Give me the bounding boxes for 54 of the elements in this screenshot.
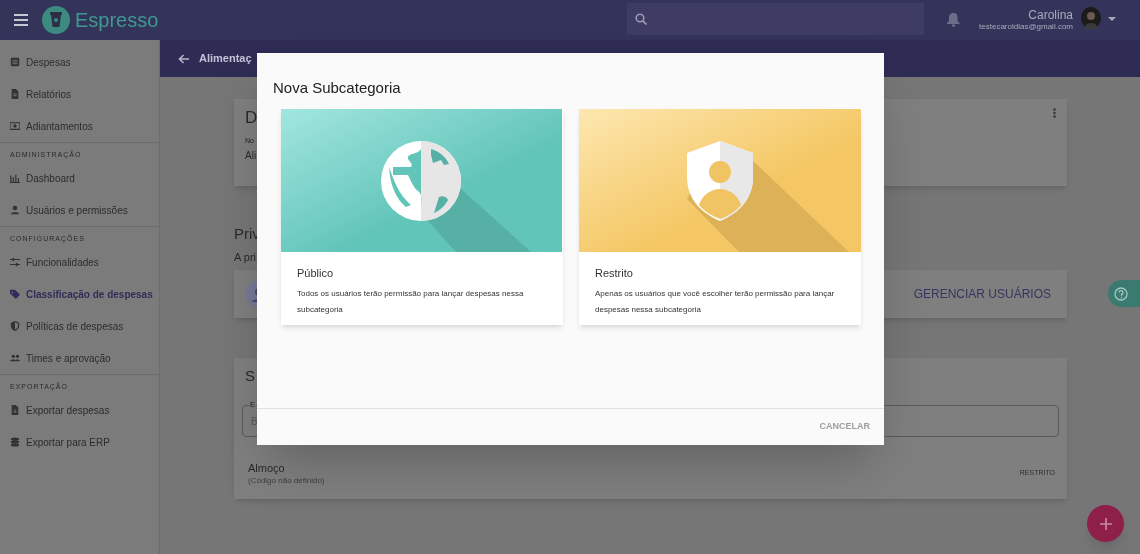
sidebar-item[interactable]: Exportar despesas [0,394,159,426]
caret-icon[interactable] [1108,17,1116,21]
section-text: A pri [234,250,256,264]
card-title: S [245,366,255,386]
shield-icon [10,321,20,331]
person-icon [10,205,20,215]
option-description: Todos os usuários terão permissão para lançar despesas nessa subcategoria [297,288,525,316]
sidebar-item[interactable]: Exportar para ERP [0,426,159,458]
help-icon [1114,286,1128,301]
cup-logo-icon [42,6,70,34]
card-title: D [245,108,258,128]
option-title: Restrito [595,266,633,280]
help-tab[interactable] [1108,280,1140,307]
back-arrow-icon[interactable] [178,53,189,64]
search-field[interactable] [627,3,924,35]
sidebar-item[interactable]: Dashboard [0,162,159,194]
subcategory-name: Almoço [248,461,285,475]
dialog-title: Nova Subcategoria [273,78,401,98]
field-label: E [249,400,257,409]
search-icon [635,13,647,25]
sidebar-item[interactable]: Funcionalidades [0,246,159,278]
sliders-icon [10,257,20,267]
cancel-button[interactable]: CANCELAR [817,416,872,438]
avatar-icon[interactable] [1081,7,1101,29]
more-options-icon[interactable] [1053,108,1056,118]
menu-icon[interactable] [14,14,28,26]
user-email: testecaroldias@gmail.com [979,22,1073,32]
sidebar-item[interactable]: Despesas [0,46,159,78]
sidebar-item[interactable]: Times e aprovação [0,342,159,374]
sidebar-item[interactable]: Relatórios [0,78,159,110]
option-description: Apenas os usuários que você escolher terão permissão para lançar despesas nessa subcategoria [595,288,836,316]
user-name: Carolina [1028,9,1073,22]
cash-icon [10,121,20,131]
database-icon [10,437,20,447]
people-icon [10,353,20,363]
field-value: Ali [245,150,257,162]
option-card[interactable]: Público Todos os usuários terão permissão para lançar despesas nessa subcategoria [281,109,563,325]
sidebar-item[interactable]: Políticas de despesas [0,310,159,342]
bell-icon[interactable] [947,12,960,27]
bar-chart-icon [10,173,20,183]
app-name: Espresso [75,8,159,33]
plus-icon [1099,517,1112,530]
add-button[interactable] [1087,505,1124,542]
list-icon [10,57,20,67]
option-card[interactable]: Restrito Apenas os usuários que você escolher terão permissão para lançar despesas nessa subcategoria [579,109,861,325]
document-icon [10,405,20,415]
sidebar-item[interactable]: Classificação de despesas [0,278,159,310]
option-title: Público [297,266,334,280]
tag-icon [10,289,20,299]
sidebar-item[interactable]: Adiantamentos [0,110,159,142]
manage-users-button[interactable]: GERENCIAR USUÁRIOS [909,281,1055,307]
document-icon [10,89,20,99]
page-title: Alimentaç [199,51,252,67]
sidebar-item[interactable]: Usuários e permissões [0,194,159,226]
